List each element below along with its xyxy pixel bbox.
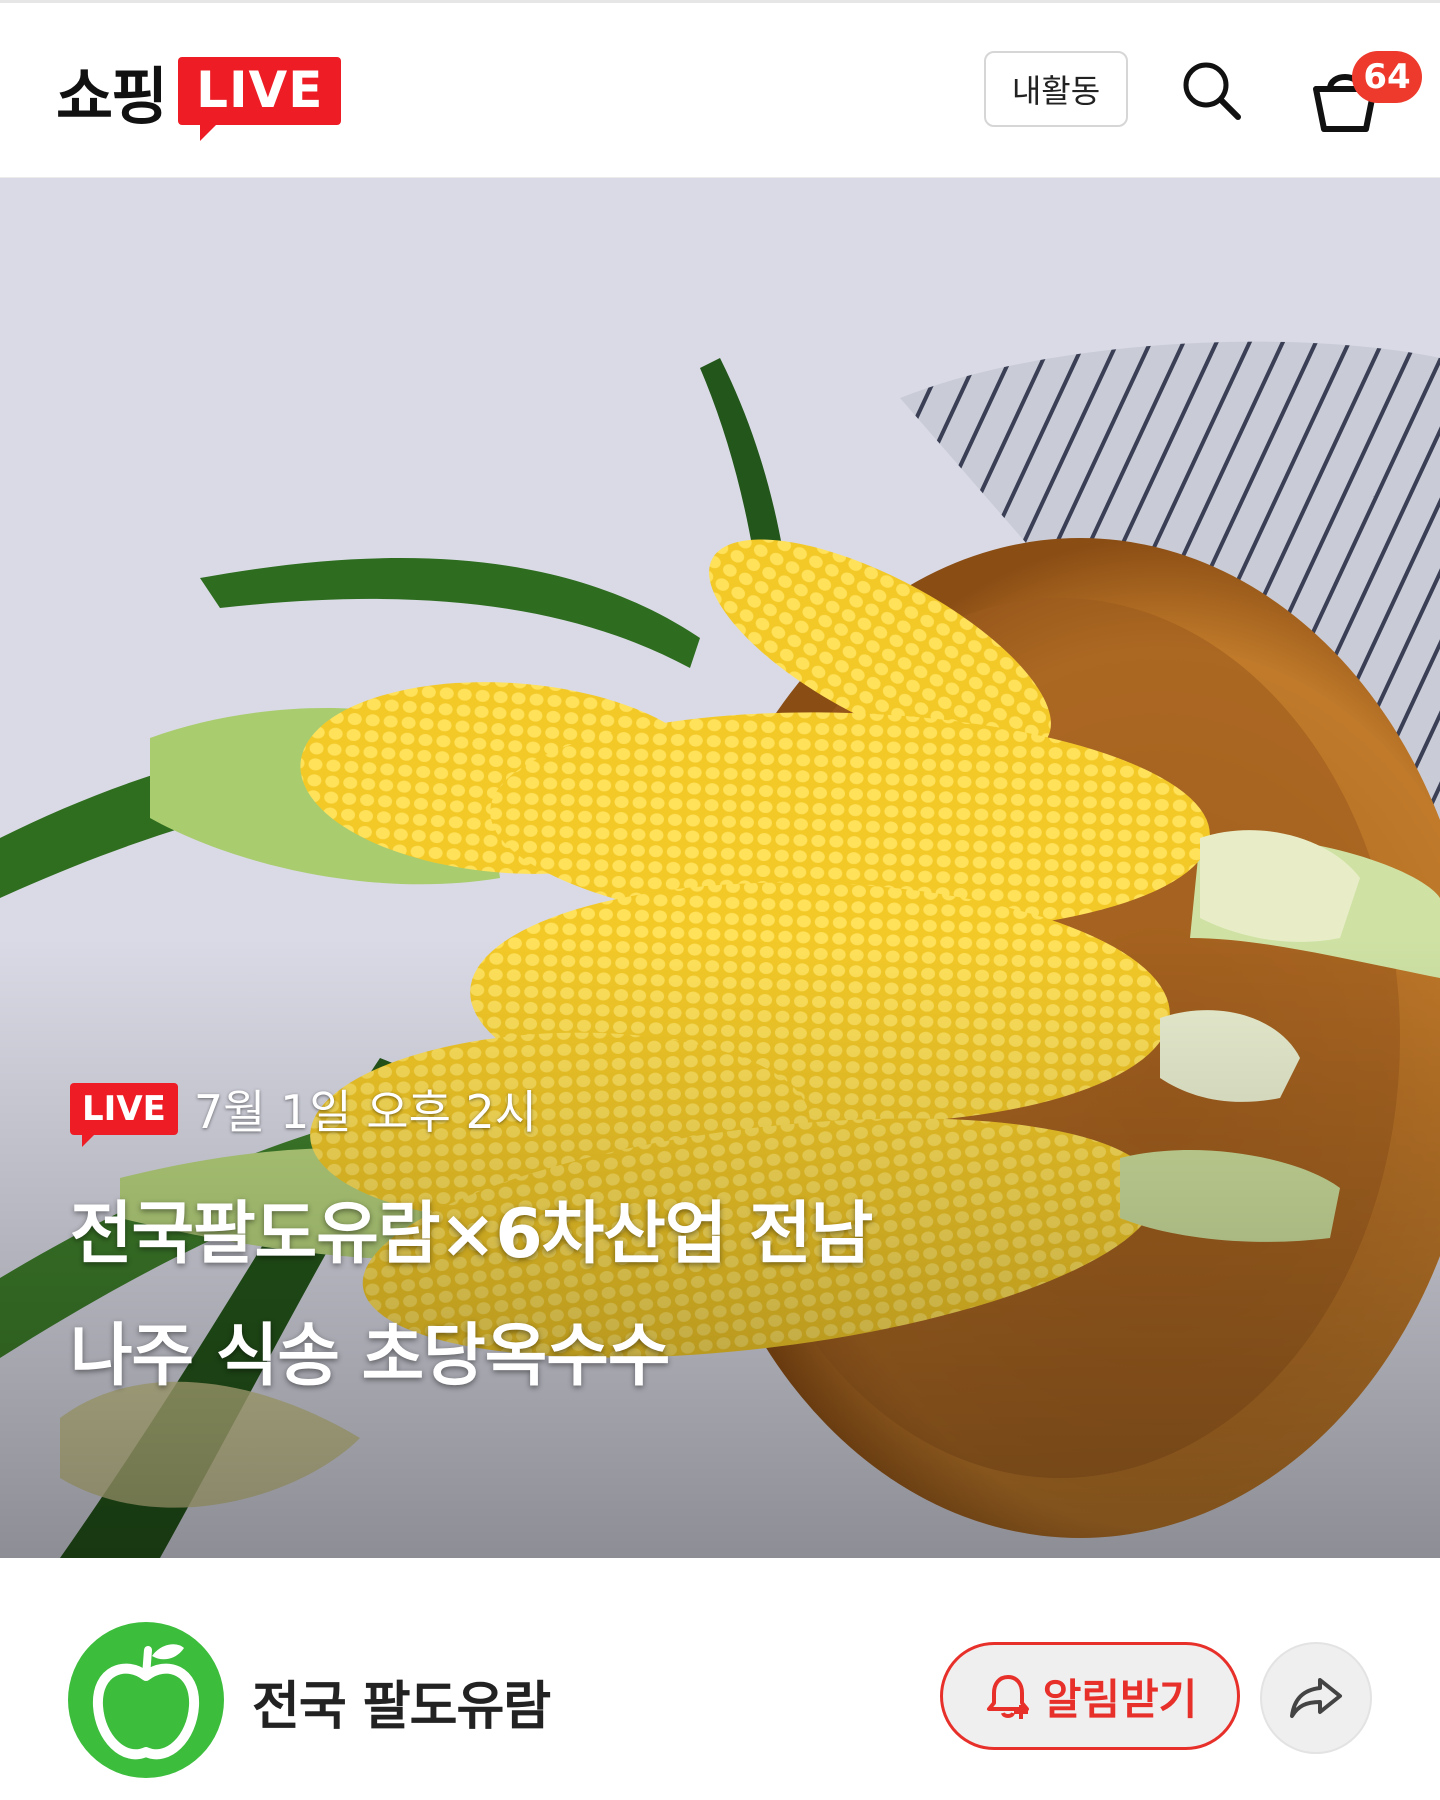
- share-button[interactable]: [1260, 1642, 1372, 1754]
- alarm-label: 알림받기: [1042, 1675, 1198, 1723]
- shopping-live-logo[interactable]: 쇼핑 LIVE: [56, 43, 342, 141]
- live-badge: LIVE: [70, 1083, 178, 1147]
- bell-plus-icon: [986, 1675, 1029, 1719]
- alarm-subscribe-button[interactable]: 알림받기: [940, 1642, 1240, 1750]
- cart-button[interactable]: 64: [1308, 51, 1428, 141]
- seller-bar: 전국 팔도유람 알림받기: [0, 1558, 1440, 1800]
- logo-text: 쇼핑: [56, 60, 168, 133]
- broadcast-hero[interactable]: LIVE 7월 1일 오후 2시 전국팔도유람×6차산업 전남 나주 식송 초당…: [0, 178, 1440, 1558]
- broadcast-title-line-1: 전국팔도유람×6차산업 전남: [70, 1195, 873, 1274]
- app-header: 쇼핑 LIVE 내활동 64: [0, 3, 1440, 178]
- schedule-time: 7월 1일 오후 2시: [193, 1085, 538, 1139]
- seller-name[interactable]: 전국 팔도유람: [252, 1664, 551, 1739]
- broadcast-schedule: LIVE 7월 1일 오후 2시: [70, 1076, 538, 1147]
- logo-live-badge: LIVE: [178, 57, 342, 141]
- my-activity-button[interactable]: 내활동: [984, 51, 1128, 127]
- search-icon[interactable]: [1176, 55, 1248, 127]
- broadcast-title-line-2: 나주 식송 초당옥수수: [70, 1317, 670, 1396]
- cart-count-badge: 64: [1352, 51, 1422, 103]
- broadcast-title[interactable]: 전국팔도유람×6차산업 전남 나주 식송 초당옥수수: [70, 1174, 1190, 1418]
- green-apple-icon[interactable]: [66, 1620, 226, 1780]
- share-arrow-icon: [1290, 1678, 1342, 1718]
